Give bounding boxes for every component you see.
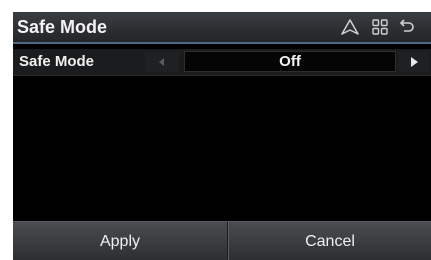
bottom-button-bar: Apply Cancel <box>13 221 431 260</box>
cancel-button[interactable]: Cancel <box>229 222 431 260</box>
apply-button[interactable]: Apply <box>13 222 227 260</box>
left-arrow-icon <box>159 58 164 66</box>
safe-mode-screen: Safe Mode Safe Mode Off Apply Cancel <box>13 12 431 260</box>
setting-value: Off <box>184 51 396 72</box>
page-title: Safe Mode <box>17 17 108 37</box>
header-bar: Safe Mode <box>13 12 431 44</box>
safe-mode-setting-row: Safe Mode Off <box>13 49 431 76</box>
navigation-icon[interactable] <box>340 17 360 37</box>
setting-label: Safe Mode <box>19 53 95 70</box>
apps-grid-icon[interactable] <box>370 17 390 37</box>
right-arrow-icon <box>411 57 418 67</box>
back-icon[interactable] <box>397 17 417 37</box>
next-option-button[interactable] <box>399 52 429 72</box>
previous-option-button[interactable] <box>145 52 179 72</box>
screen: Safe Mode Safe Mode Off Apply Cancel <box>0 0 431 260</box>
